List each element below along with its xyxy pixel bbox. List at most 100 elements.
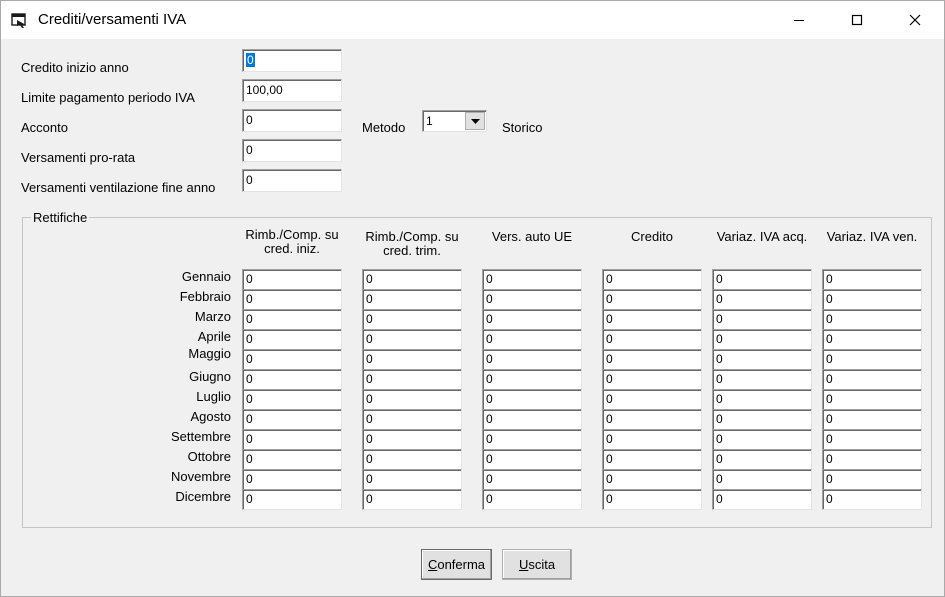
rettifica-field-gennaio-col3[interactable]: 0 bbox=[482, 269, 582, 290]
rettifica-field-marzo-col5[interactable]: 0 bbox=[712, 309, 812, 330]
rettifica-field-marzo-col6[interactable]: 0 bbox=[822, 309, 922, 330]
column-header-1: Rimb./Comp. su cred. iniz. bbox=[245, 228, 339, 256]
rettifica-field-marzo-col3[interactable]: 0 bbox=[482, 309, 582, 330]
rettifica-field-agosto-col4[interactable]: 0 bbox=[602, 409, 702, 430]
rettifica-field-giugno-col1[interactable]: 0 bbox=[242, 369, 342, 390]
rettifica-field-ottobre-col3[interactable]: 0 bbox=[482, 449, 582, 470]
rettifica-field-dicembre-col5[interactable]: 0 bbox=[712, 489, 812, 510]
rettifica-field-novembre-col1[interactable]: 0 bbox=[242, 469, 342, 490]
credito-inizio-anno-field[interactable]: 0 bbox=[242, 49, 342, 72]
rettifica-field-agosto-col5[interactable]: 0 bbox=[712, 409, 812, 430]
rettifica-field-maggio-col6[interactable]: 0 bbox=[822, 349, 922, 370]
maximize-icon bbox=[851, 14, 863, 26]
rettifica-field-gennaio-col1[interactable]: 0 bbox=[242, 269, 342, 290]
versamenti-ventilazione-field[interactable]: 0 bbox=[242, 169, 342, 192]
rettifica-field-maggio-col3[interactable]: 0 bbox=[482, 349, 582, 370]
rettifica-field-settembre-col1[interactable]: 0 bbox=[242, 429, 342, 450]
rettifica-field-giugno-col5[interactable]: 0 bbox=[712, 369, 812, 390]
dialog-window: Crediti/versamenti IVA Credito inizio an… bbox=[0, 0, 945, 597]
metodo-value: 1 bbox=[426, 114, 433, 128]
rettifica-field-novembre-col6[interactable]: 0 bbox=[822, 469, 922, 490]
rettifica-field-aprile-col6[interactable]: 0 bbox=[822, 329, 922, 350]
month-label-giugno: Giugno bbox=[189, 369, 231, 384]
rettifica-field-febbraio-col3[interactable]: 0 bbox=[482, 289, 582, 310]
month-label-dicembre: Dicembre bbox=[175, 489, 231, 504]
rettifica-field-maggio-col4[interactable]: 0 bbox=[602, 349, 702, 370]
rettifica-field-febbraio-col4[interactable]: 0 bbox=[602, 289, 702, 310]
rettifica-field-gennaio-col5[interactable]: 0 bbox=[712, 269, 812, 290]
month-label-gennaio: Gennaio bbox=[181, 269, 231, 284]
rettifica-field-settembre-col2[interactable]: 0 bbox=[362, 429, 462, 450]
rettifica-field-ottobre-col5[interactable]: 0 bbox=[712, 449, 812, 470]
rettifica-field-dicembre-col2[interactable]: 0 bbox=[362, 489, 462, 510]
rettifica-field-agosto-col3[interactable]: 0 bbox=[482, 409, 582, 430]
rettifica-field-giugno-col4[interactable]: 0 bbox=[602, 369, 702, 390]
month-label-luglio: Luglio bbox=[196, 389, 231, 404]
rettifica-field-dicembre-col1[interactable]: 0 bbox=[242, 489, 342, 510]
uscita-accel: U bbox=[518, 557, 529, 572]
metodo-dropdown[interactable]: 1 bbox=[422, 110, 487, 132]
month-label-agosto: Agosto bbox=[190, 409, 231, 424]
rettifica-field-novembre-col3[interactable]: 0 bbox=[482, 469, 582, 490]
rettifica-field-luglio-col5[interactable]: 0 bbox=[712, 389, 812, 410]
rettifica-field-febbraio-col5[interactable]: 0 bbox=[712, 289, 812, 310]
rettifica-field-febbraio-col1[interactable]: 0 bbox=[242, 289, 342, 310]
metodo-dropdown-button[interactable] bbox=[465, 112, 485, 130]
rettifica-field-aprile-col5[interactable]: 0 bbox=[712, 329, 812, 350]
title-bar[interactable]: Crediti/versamenti IVA bbox=[1, 1, 944, 39]
rettifica-field-gennaio-col2[interactable]: 0 bbox=[362, 269, 462, 290]
rettifica-field-giugno-col3[interactable]: 0 bbox=[482, 369, 582, 390]
rettifica-field-luglio-col4[interactable]: 0 bbox=[602, 389, 702, 410]
rettifica-field-aprile-col4[interactable]: 0 bbox=[602, 329, 702, 350]
minimize-button[interactable] bbox=[770, 1, 828, 39]
limite-pagamento-field[interactable]: 100,00 bbox=[242, 79, 342, 102]
rettifica-field-luglio-col6[interactable]: 0 bbox=[822, 389, 922, 410]
close-button[interactable] bbox=[886, 1, 944, 39]
rettifica-field-dicembre-col6[interactable]: 0 bbox=[822, 489, 922, 510]
rettifica-field-aprile-col1[interactable]: 0 bbox=[242, 329, 342, 350]
rettifica-field-settembre-col6[interactable]: 0 bbox=[822, 429, 922, 450]
rettifica-field-settembre-col4[interactable]: 0 bbox=[602, 429, 702, 450]
rettifica-field-maggio-col2[interactable]: 0 bbox=[362, 349, 462, 370]
maximize-button[interactable] bbox=[828, 1, 886, 39]
rettifica-field-ottobre-col2[interactable]: 0 bbox=[362, 449, 462, 470]
acconto-field[interactable]: 0 bbox=[242, 109, 342, 132]
uscita-button[interactable]: Uscita bbox=[502, 549, 572, 580]
rettifica-field-agosto-col6[interactable]: 0 bbox=[822, 409, 922, 430]
rettifica-field-giugno-col2[interactable]: 0 bbox=[362, 369, 462, 390]
rettifica-field-gennaio-col6[interactable]: 0 bbox=[822, 269, 922, 290]
rettifica-field-ottobre-col1[interactable]: 0 bbox=[242, 449, 342, 470]
column-header-3: Vers. auto UE bbox=[491, 230, 573, 244]
rettifica-field-luglio-col2[interactable]: 0 bbox=[362, 389, 462, 410]
rettifica-field-aprile-col2[interactable]: 0 bbox=[362, 329, 462, 350]
rettifica-field-dicembre-col3[interactable]: 0 bbox=[482, 489, 582, 510]
rettifica-field-settembre-col5[interactable]: 0 bbox=[712, 429, 812, 450]
rettifica-field-luglio-col3[interactable]: 0 bbox=[482, 389, 582, 410]
rettifica-field-ottobre-col6[interactable]: 0 bbox=[822, 449, 922, 470]
rettifica-field-novembre-col2[interactable]: 0 bbox=[362, 469, 462, 490]
rettifica-field-maggio-col1[interactable]: 0 bbox=[242, 349, 342, 370]
rettifica-field-febbraio-col6[interactable]: 0 bbox=[822, 289, 922, 310]
rettifica-field-settembre-col3[interactable]: 0 bbox=[482, 429, 582, 450]
rettifica-field-novembre-col4[interactable]: 0 bbox=[602, 469, 702, 490]
rettifica-field-gennaio-col4[interactable]: 0 bbox=[602, 269, 702, 290]
rettifica-field-dicembre-col4[interactable]: 0 bbox=[602, 489, 702, 510]
conferma-button[interactable]: Conferma bbox=[421, 549, 492, 580]
rettifica-field-febbraio-col2[interactable]: 0 bbox=[362, 289, 462, 310]
rettifica-field-giugno-col6[interactable]: 0 bbox=[822, 369, 922, 390]
rettifica-field-novembre-col5[interactable]: 0 bbox=[712, 469, 812, 490]
rettifica-field-agosto-col1[interactable]: 0 bbox=[242, 409, 342, 430]
rettifica-field-marzo-col2[interactable]: 0 bbox=[362, 309, 462, 330]
rettifica-field-ottobre-col4[interactable]: 0 bbox=[602, 449, 702, 470]
versamenti-pro-rata-field[interactable]: 0 bbox=[242, 139, 342, 162]
rettifica-field-agosto-col2[interactable]: 0 bbox=[362, 409, 462, 430]
rettifica-field-marzo-col4[interactable]: 0 bbox=[602, 309, 702, 330]
rettifica-field-aprile-col3[interactable]: 0 bbox=[482, 329, 582, 350]
column-header-5: Variaz. IVA acq. bbox=[716, 230, 808, 244]
column-header-4: Credito bbox=[631, 230, 673, 244]
rettifica-field-maggio-col5[interactable]: 0 bbox=[712, 349, 812, 370]
minimize-icon bbox=[794, 20, 804, 21]
rettifica-field-luglio-col1[interactable]: 0 bbox=[242, 389, 342, 410]
rettifica-field-marzo-col1[interactable]: 0 bbox=[242, 309, 342, 330]
metodo-description: Storico bbox=[502, 120, 543, 135]
